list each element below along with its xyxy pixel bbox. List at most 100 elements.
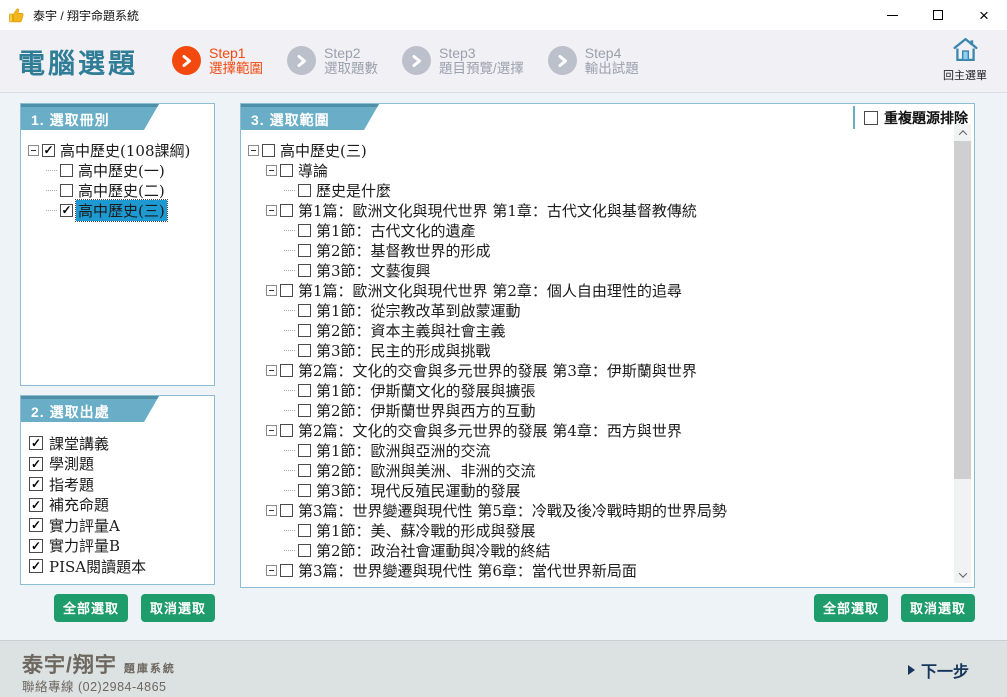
tree-item-label[interactable]: 第2篇：文化的交會與多元世界的發展 第4章：西方與世界	[296, 420, 684, 441]
scrollbar[interactable]	[954, 124, 971, 583]
source-item[interactable]: ✓課堂講義	[29, 433, 208, 454]
tree-item[interactable]: 第1節：古代文化的遺產	[284, 220, 970, 240]
scrollbar-thumb[interactable]	[954, 141, 971, 479]
tree-item[interactable]: 第1節：伊斯蘭文化的發展與擴張	[284, 380, 970, 400]
checkbox[interactable]: ✓	[29, 539, 43, 553]
tree-item-label[interactable]: 第2節：伊斯蘭世界與西方的互動	[314, 400, 538, 421]
checkbox[interactable]	[60, 164, 73, 177]
range-deselect-all-button[interactable]: 取消選取	[901, 594, 975, 622]
collapse-toggle-icon[interactable]	[266, 285, 277, 296]
tree-item-label[interactable]: 第2節：歐洲與美洲、非洲的交流	[314, 460, 538, 481]
source-item[interactable]: ✓實力評量B	[29, 536, 208, 557]
collapse-toggle-icon[interactable]	[266, 165, 277, 176]
checkbox[interactable]	[298, 404, 311, 417]
checkbox[interactable]	[298, 524, 311, 537]
tree-item[interactable]: 第2節：政治社會運動與冷戰的終結	[284, 540, 970, 560]
tree-item-label[interactable]: 第1節：歐洲與亞洲的交流	[314, 440, 493, 461]
checkbox[interactable]: ✓	[29, 518, 43, 532]
tree-item[interactable]: 第1節：從宗教改革到啟蒙運動	[284, 300, 970, 320]
tree-item-label[interactable]: 第1節：伊斯蘭文化的發展與擴張	[314, 380, 538, 401]
tree-item-label[interactable]: 第1節：美、蘇冷戰的形成與發展	[314, 520, 538, 541]
collapse-toggle-icon[interactable]	[266, 425, 277, 436]
tree-item-label[interactable]: 第3篇：世界變遷與現代性 第6章：當代世界新局面	[296, 560, 639, 581]
tree-item[interactable]: 第3節：民主的形成與挑戰	[284, 340, 970, 360]
wizard-step-step4[interactable]: Step4輸出試題	[548, 45, 639, 78]
tree-item[interactable]: 第1節：美、蘇冷戰的形成與發展	[284, 520, 970, 540]
checkbox[interactable]: ✓	[29, 436, 43, 450]
collapse-toggle-icon[interactable]	[266, 505, 277, 516]
tree-item[interactable]: 第2節：歐洲與美洲、非洲的交流	[284, 460, 970, 480]
tree-item[interactable]: 第2節：基督教世界的形成	[284, 240, 970, 260]
tree-item-label[interactable]: 第1節：古代文化的遺產	[314, 220, 478, 241]
checkbox[interactable]	[262, 144, 275, 157]
tree-item[interactable]: 歷史是什麼	[284, 180, 970, 200]
scroll-up-button[interactable]	[954, 124, 971, 141]
tree-item[interactable]: 高中歷史(二)	[46, 180, 210, 200]
checkbox[interactable]	[280, 504, 293, 517]
checkbox[interactable]: ✓	[60, 204, 73, 217]
next-step-button[interactable]: 下一步	[908, 658, 969, 682]
checkbox[interactable]	[298, 464, 311, 477]
source-item[interactable]: ✓PISA閱讀題本	[29, 556, 208, 577]
checkbox[interactable]	[298, 384, 311, 397]
checkbox[interactable]: ✓	[29, 457, 43, 471]
tree-item[interactable]: 第3節：文藝復興	[284, 260, 970, 280]
checkbox[interactable]	[298, 224, 311, 237]
checkbox[interactable]: ✓	[42, 144, 55, 157]
tree-item[interactable]: 第2節：伊斯蘭世界與西方的互動	[284, 400, 970, 420]
tree-item[interactable]: 高中歷史(三)	[248, 140, 970, 160]
wizard-step-step3[interactable]: Step3題目預覽/選擇	[402, 45, 524, 78]
tree-item[interactable]: 第1篇：歐洲文化與現代世界 第1章：古代文化與基督教傳統	[266, 200, 970, 220]
checkbox[interactable]	[298, 244, 311, 257]
tree-item[interactable]: 第2節：資本主義與社會主義	[284, 320, 970, 340]
dedupe-checkbox[interactable]	[864, 111, 878, 125]
tree-item[interactable]: 第2篇：文化的交會與多元世界的發展 第4章：西方與世界	[266, 420, 970, 440]
checkbox[interactable]	[280, 364, 293, 377]
home-button[interactable]: 回主選單	[935, 37, 995, 83]
minimize-button[interactable]	[869, 0, 915, 30]
checkbox[interactable]	[298, 484, 311, 497]
tree-item-label[interactable]: 第3節：民主的形成與挑戰	[314, 340, 493, 361]
collapse-toggle-icon[interactable]	[266, 565, 277, 576]
tree-item-label[interactable]: 第3節：文藝復興	[314, 260, 433, 281]
tree-item-label[interactable]: 第3節：現代反殖民運動的發展	[314, 480, 523, 501]
tree-item-label[interactable]: 高中歷史(108課綱)	[58, 140, 192, 161]
checkbox[interactable]: ✓	[29, 559, 43, 573]
scroll-down-button[interactable]	[954, 566, 971, 583]
range-select-all-button[interactable]: 全部選取	[814, 594, 888, 622]
tree-item-label[interactable]: 第1篇：歐洲文化與現代世界 第1章：古代文化與基督教傳統	[296, 200, 699, 221]
tree-item-label[interactable]: 高中歷史(一)	[76, 160, 167, 181]
checkbox[interactable]	[280, 424, 293, 437]
collapse-toggle-icon[interactable]	[266, 205, 277, 216]
close-button[interactable]: ×	[961, 0, 1007, 30]
wizard-step-step2[interactable]: Step2選取題數	[287, 45, 378, 78]
checkbox[interactable]	[298, 544, 311, 557]
checkbox[interactable]	[298, 324, 311, 337]
tree-item[interactable]: 高中歷史(一)	[46, 160, 210, 180]
tree-item-label[interactable]: 高中歷史(二)	[76, 180, 167, 201]
tree-item[interactable]: 第3篇：世界變遷與現代性 第5章：冷戰及後冷戰時期的世界局勢	[266, 500, 970, 520]
checkbox[interactable]: ✓	[29, 477, 43, 491]
tree-item[interactable]: 第2篇：文化的交會與多元世界的發展 第3章：伊斯蘭與世界	[266, 360, 970, 380]
source-item[interactable]: ✓補充命題	[29, 495, 208, 516]
maximize-button[interactable]	[915, 0, 961, 30]
checkbox[interactable]	[298, 304, 311, 317]
source-select-all-button[interactable]: 全部選取	[54, 594, 128, 622]
source-item[interactable]: ✓實力評量A	[29, 515, 208, 536]
source-item[interactable]: ✓指考題	[29, 474, 208, 495]
collapse-toggle-icon[interactable]	[28, 145, 39, 156]
checkbox[interactable]	[298, 344, 311, 357]
tree-item-label[interactable]: 高中歷史(三)	[278, 140, 369, 161]
tree-item[interactable]: 第1篇：歐洲文化與現代世界 第2章：個人自由理性的追尋	[266, 280, 970, 300]
tree-item-label[interactable]: 第3篇：世界變遷與現代性 第5章：冷戰及後冷戰時期的世界局勢	[296, 500, 729, 521]
tree-item[interactable]: 導論	[266, 160, 970, 180]
source-item[interactable]: ✓學測題	[29, 454, 208, 475]
checkbox[interactable]	[60, 184, 73, 197]
collapse-toggle-icon[interactable]	[266, 365, 277, 376]
tree-item-label[interactable]: 第1節：從宗教改革到啟蒙運動	[314, 300, 523, 321]
checkbox[interactable]	[280, 564, 293, 577]
tree-item[interactable]: 第3節：現代反殖民運動的發展	[284, 480, 970, 500]
tree-item-label[interactable]: 第1篇：歐洲文化與現代世界 第2章：個人自由理性的追尋	[296, 280, 684, 301]
tree-item-label[interactable]: 高中歷史(三)	[76, 200, 167, 221]
wizard-step-step1[interactable]: Step1選擇範圍	[172, 45, 263, 78]
